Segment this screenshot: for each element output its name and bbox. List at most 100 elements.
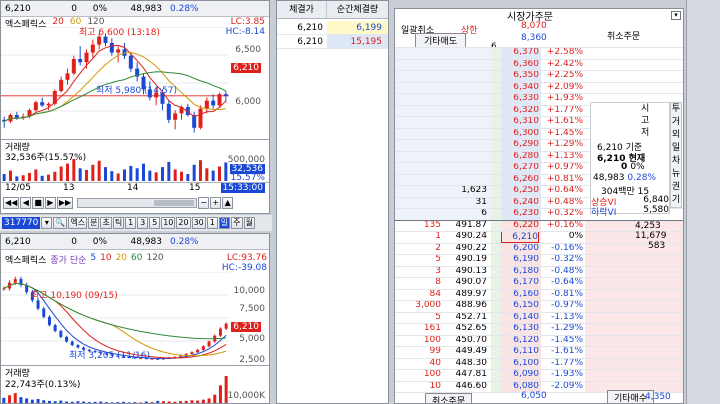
volume-bar [104,167,107,181]
volume-bar [13,393,17,403]
ask-price[interactable]: 6,300 [501,128,539,138]
tf-tick-button[interactable]: 틱 [112,217,125,229]
tf-30-button[interactable]: 30 [191,217,206,229]
scroll-up-icon[interactable]: ▲ [222,197,234,209]
bid-avg: 490.07 [455,277,488,287]
side-tab-7[interactable]: 권 [671,181,681,194]
tf-day-button[interactable]: 일 [218,217,231,229]
stock-code-input[interactable]: 317770 [2,217,41,229]
stock-name-button[interactable]: 엑스 [68,217,88,229]
tf-20-button[interactable]: 20 [176,217,191,229]
divider2 [1,365,269,366]
search-icon[interactable]: 🔍 [53,217,68,229]
scroll-next-icon[interactable]: ▶ [44,197,56,209]
bid-price[interactable]: 6,180 [501,266,539,276]
side-tab-4[interactable]: 일 [671,142,681,155]
exec-price: 6,210 [297,23,323,33]
tf-5-button[interactable]: 5 [149,217,161,229]
side-tab-1[interactable]: 투 [671,103,681,116]
bid-avg: 491.87 [455,219,488,230]
ask-price[interactable]: 6,230 [501,208,539,218]
zoom-out-icon[interactable]: − [198,197,210,209]
info-zero-pct: 0% [630,162,645,172]
bid-qty: 10 [429,380,441,391]
ask-price[interactable]: 6,360 [501,59,539,69]
y2-tick-3: 5,000 [239,334,265,344]
scroll-last-icon[interactable]: ▶▶ [56,197,74,209]
side-tab-5[interactable]: 차 [671,155,681,168]
x-label-3: 14 [127,183,139,193]
title-dropdown-icon[interactable]: ▾ [671,11,681,20]
ask-price[interactable]: 6,240 [501,197,539,207]
bid-price[interactable]: 6,190 [501,254,539,264]
tf-month-button[interactable]: 월 [243,217,255,229]
tf-min-button[interactable]: 분 [88,217,100,229]
ask-price[interactable]: 6,330 [501,93,539,103]
bid-price[interactable]: 6,160 [501,289,539,299]
bid-price[interactable]: 6,130 [501,323,539,333]
bid-qty: 100 [423,334,441,345]
ask-price[interactable]: 6,270 [501,162,539,172]
top-price-1: 8,070 [521,21,547,31]
ask-price[interactable]: 6,340 [501,82,539,92]
bid-price[interactable]: 6,120 [501,335,539,345]
tf-sec-button[interactable]: 초 [100,217,112,229]
volume-bar [21,175,25,181]
legend2-ma-20: 20 [115,253,128,263]
ask-price[interactable]: 6,310 [501,116,539,126]
side-tab-8[interactable]: 기 [671,194,681,207]
bid-avg: 490.13 [455,265,488,276]
volume-bar [66,163,69,181]
tf-10-button[interactable]: 10 [161,217,176,229]
tf-week-button[interactable]: 주 [231,217,243,229]
bid-price[interactable]: 6,210 [501,231,539,243]
stop-icon[interactable]: ■ [32,197,44,209]
vol2-tick: 10,000K [227,391,265,401]
scrollbar-track[interactable] [77,198,198,208]
exec-rows: 6,210 6,199 6,210 15,195 [277,21,388,49]
ask-price[interactable]: 6,320 [501,105,539,115]
volume-bar [59,400,63,403]
volume-bar [72,159,76,181]
tf-1-button[interactable]: 1 [125,217,137,229]
scroll-first-icon[interactable]: ◀◀ [3,197,20,209]
ask-price[interactable]: 6,260 [501,174,539,184]
side-tab-6[interactable]: 뉴 [671,168,681,181]
bid-avg: 447.81 [455,369,488,379]
ask-price[interactable]: 6,250 [501,185,539,195]
scrollbar-thumb[interactable] [154,200,195,206]
ask-price[interactable]: 6,280 [501,151,539,161]
cancel-order-button[interactable]: 취소주문 [425,393,473,403]
bid-pct: -0.48% [551,265,583,276]
bid-price[interactable]: 6,170 [501,277,539,287]
scroll-prev-icon[interactable]: ◀ [20,197,32,209]
row-line [395,58,683,60]
cancel-order-right[interactable]: 취소주문 [607,29,640,42]
volume-bar [201,399,205,403]
y2-tick-4: 2,500 [239,355,265,365]
bid-price[interactable]: 6,220 [501,220,539,230]
bid-price[interactable]: 6,140 [501,312,539,322]
info-zero-val: 0 [621,162,628,172]
tf-3-button[interactable]: 3 [137,217,149,229]
bid-avg: 488.96 [455,300,488,310]
zoom-in-icon[interactable]: + [210,197,222,209]
bid-price[interactable]: 6,150 [501,300,539,310]
other-sell-button[interactable]: 기타매도 [415,33,467,48]
bid-avg: 449.49 [455,346,488,356]
ask-price[interactable]: 6,290 [501,139,539,149]
side-tab-3[interactable]: 외 [671,129,681,142]
bid-price[interactable]: 6,200 [501,243,539,253]
tf-1b-button[interactable]: 1 [206,217,218,229]
dropdown-icon[interactable]: ▾ [41,217,53,229]
bid-price[interactable]: 6,090 [501,369,539,379]
ask-price[interactable]: 6,370 [501,47,539,57]
ask-pct: +1.77% [546,104,583,115]
bid-price[interactable]: 6,100 [501,358,539,368]
bid-price[interactable]: 6,080 [501,381,539,391]
side-tab-2[interactable]: 거 [671,116,681,129]
bid-qty: 84 [429,288,441,299]
bid-price[interactable]: 6,110 [501,346,539,356]
ask-price[interactable]: 6,350 [501,70,539,80]
header-change: 0 [71,3,77,14]
